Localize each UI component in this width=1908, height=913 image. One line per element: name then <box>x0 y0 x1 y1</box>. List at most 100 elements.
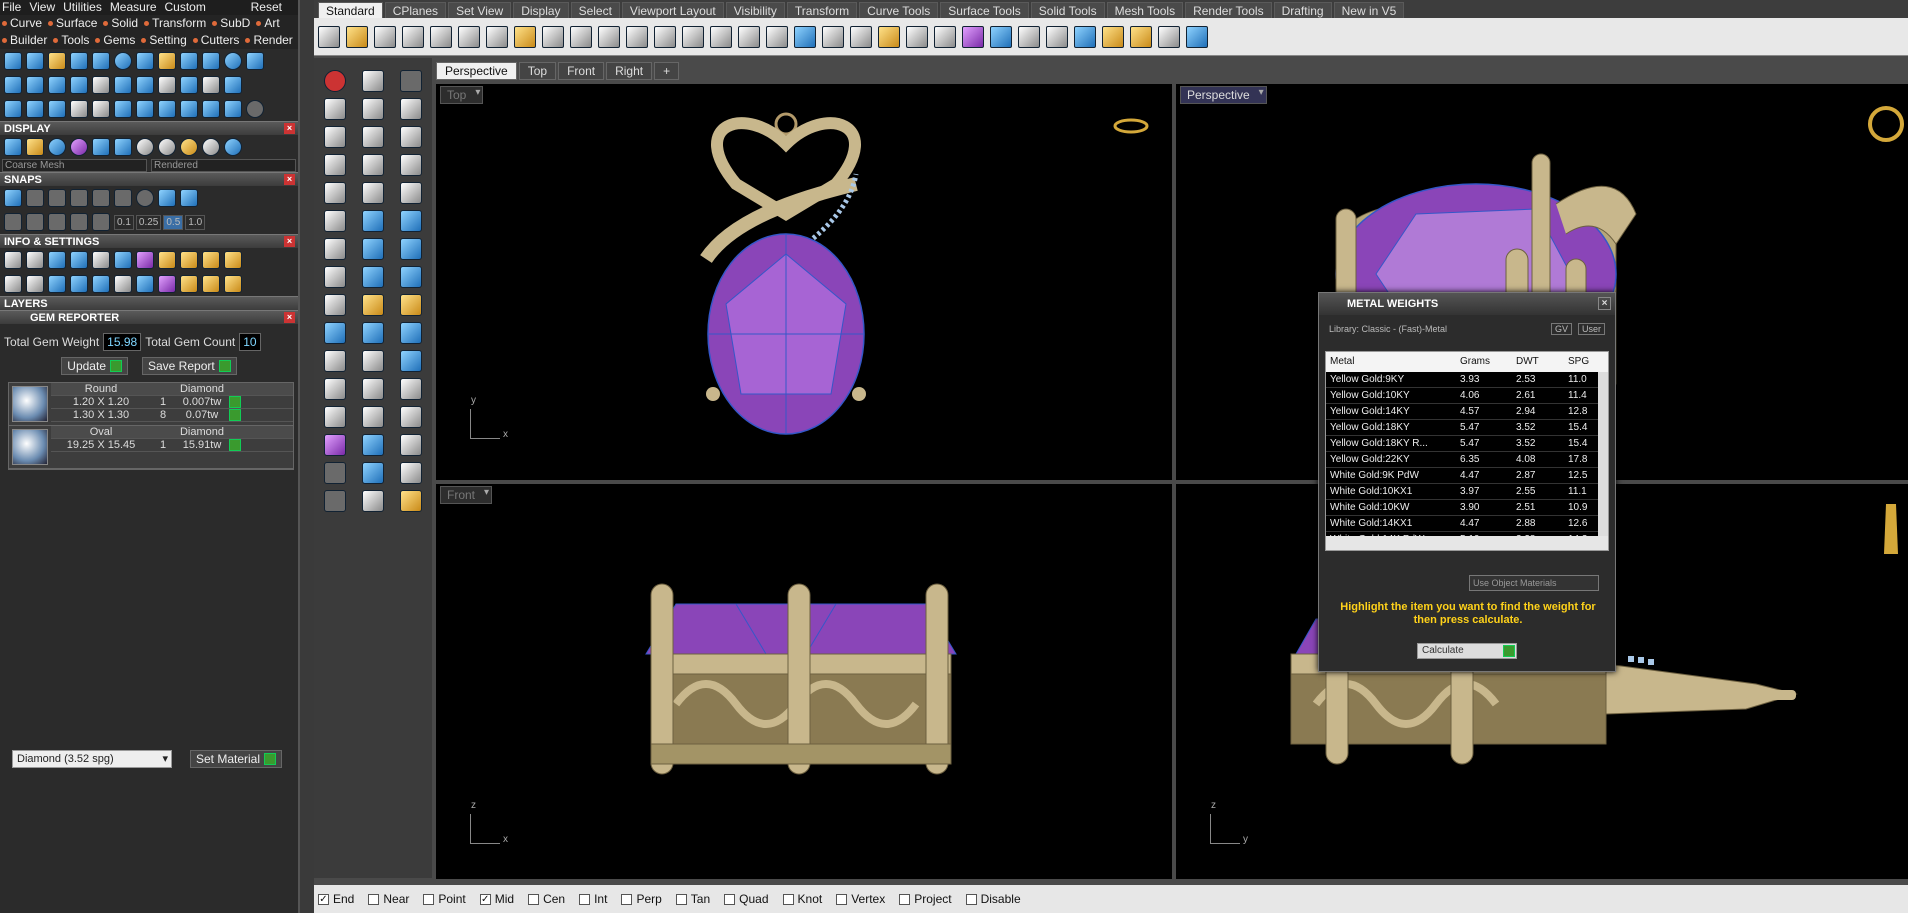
tube-tool-icon[interactable] <box>180 76 198 94</box>
text-icon[interactable] <box>362 406 384 428</box>
object-icon[interactable] <box>362 490 384 512</box>
light-bulb-icon[interactable] <box>878 25 900 48</box>
plugin-menu-builder[interactable]: Builder <box>2 32 47 49</box>
zoom-icon[interactable] <box>626 25 648 48</box>
gem-report-icon[interactable] <box>158 275 176 293</box>
metal-table-row[interactable]: Yellow Gold:9KY 3.93 2.53 11.0 <box>1326 372 1608 388</box>
gem-material-select[interactable]: Diamond (3.52 spg) <box>12 750 172 768</box>
material-chrome-icon[interactable] <box>202 138 220 156</box>
select-gem-icon[interactable] <box>229 409 241 421</box>
shaded-icon[interactable] <box>48 138 66 156</box>
help-icon[interactable] <box>1186 25 1208 48</box>
rotate-icon[interactable] <box>738 25 760 48</box>
boolean-icon[interactable] <box>400 238 422 260</box>
vertical-scrollbar[interactable] <box>1598 372 1608 536</box>
cube-icon[interactable] <box>48 275 66 293</box>
panel-tool-icon[interactable] <box>246 52 264 70</box>
weight-icon[interactable] <box>180 275 198 293</box>
xray-icon[interactable] <box>114 138 132 156</box>
new-file-icon[interactable] <box>318 25 340 48</box>
point-icon[interactable] <box>400 70 422 92</box>
cube-arrow-icon[interactable] <box>70 275 88 293</box>
paste-icon[interactable] <box>514 25 536 48</box>
surface-tool-icon[interactable] <box>26 52 44 70</box>
snap-ortho-icon[interactable] <box>48 213 66 231</box>
measure-icon[interactable] <box>180 251 198 269</box>
checkbox-icon[interactable] <box>675 893 687 905</box>
metal-table-row[interactable]: White Gold:14KX1 4.47 2.88 12.6 <box>1326 516 1608 532</box>
color-wheel-icon[interactable] <box>990 25 1012 48</box>
toolbar-tab[interactable]: Drafting <box>1273 2 1332 18</box>
plugin-menu-setting[interactable]: Setting <box>141 32 186 49</box>
snap-step-option[interactable]: 0.1 <box>114 214 134 230</box>
four-view-icon[interactable] <box>766 25 788 48</box>
checkbox-icon[interactable] <box>368 893 380 905</box>
display-section-header[interactable]: DISPLAY × <box>0 121 298 135</box>
toolbar-tab[interactable]: Surface Tools <box>940 2 1029 18</box>
snap-diag-icon[interactable] <box>70 213 88 231</box>
extrude-icon[interactable] <box>400 210 422 232</box>
osnap-quad[interactable]: Quad <box>724 892 769 906</box>
mesh-quality-select[interactable]: Coarse Mesh <box>2 159 147 172</box>
material-white-icon[interactable] <box>158 138 176 156</box>
checkbox-icon[interactable] <box>965 893 977 905</box>
zoom-window-icon[interactable] <box>654 25 676 48</box>
ring-tool-icon[interactable] <box>48 52 66 70</box>
snap-arc-icon[interactable] <box>180 189 198 207</box>
grid-snap-icon[interactable] <box>4 189 22 207</box>
snap-step-option[interactable]: 0.5 <box>163 214 184 230</box>
flag-icon[interactable] <box>1102 25 1124 48</box>
undo-icon[interactable] <box>542 25 564 48</box>
checkbox-icon[interactable] <box>899 893 911 905</box>
lock-icon[interactable] <box>934 25 956 48</box>
toolbar-tab[interactable]: Curve Tools <box>859 2 939 18</box>
network-icon[interactable] <box>324 154 346 176</box>
toolbar-tab[interactable]: Visibility <box>725 2 785 18</box>
add-viewport-tab[interactable]: + <box>654 62 680 80</box>
plugin-menu-cutters[interactable]: Cutters <box>193 32 240 49</box>
shank-tool-icon[interactable] <box>4 76 22 94</box>
globe-icon[interactable] <box>324 126 346 148</box>
loft-tool-icon[interactable] <box>70 76 88 94</box>
layout-icon[interactable] <box>362 462 384 484</box>
viewport-front[interactable]: Front zx <box>436 484 1172 879</box>
dimension-tool-icon[interactable] <box>400 406 422 428</box>
split-tool-icon[interactable] <box>4 100 22 118</box>
curve-edit-icon[interactable] <box>362 378 384 400</box>
close-icon[interactable]: × <box>284 174 295 185</box>
layers-section-header[interactable]: LAYERS <box>0 296 298 310</box>
gear-icon[interactable] <box>1130 25 1152 48</box>
osnap-project[interactable]: Project <box>899 892 952 906</box>
checkbox-icon[interactable]: ✓ <box>318 893 329 905</box>
snap-curve-icon[interactable] <box>26 189 44 207</box>
user-button[interactable]: User <box>1577 323 1605 335</box>
properties-icon[interactable] <box>136 251 154 269</box>
paint-icon[interactable] <box>362 294 384 316</box>
pave-tool-icon[interactable] <box>136 52 154 70</box>
plugin-menu-art[interactable]: Art <box>256 15 279 32</box>
close-icon[interactable]: × <box>284 312 295 323</box>
plugin-menu-transform[interactable]: Transform <box>144 15 206 32</box>
toolbar-tab[interactable]: Solid Tools <box>1030 2 1105 18</box>
flash-icon[interactable] <box>400 294 422 316</box>
plugin-menu-curve[interactable]: Curve <box>2 15 42 32</box>
viewport-tab[interactable]: Top <box>518 62 557 80</box>
document-icon[interactable] <box>92 251 110 269</box>
plane-tool-icon[interactable] <box>48 76 66 94</box>
plane-surface-icon[interactable] <box>400 266 422 288</box>
gv-button[interactable]: GV <box>1550 323 1572 335</box>
use-object-materials-toggle[interactable]: Use Object Materials <box>1469 575 1599 591</box>
polyline-icon[interactable] <box>362 98 384 120</box>
wave-tool-icon[interactable] <box>136 100 154 118</box>
axis-icon[interactable] <box>324 182 346 204</box>
osnap-tan[interactable]: Tan <box>675 892 710 906</box>
stretch-tool-icon[interactable] <box>158 100 176 118</box>
ruler-tool-icon[interactable] <box>400 322 422 344</box>
metal-table-row[interactable]: White Gold:10KW 3.90 2.51 10.9 <box>1326 500 1608 516</box>
osnap-cen[interactable]: Cen <box>528 892 565 906</box>
car-icon[interactable] <box>794 25 816 48</box>
update-button[interactable]: Update <box>61 357 128 375</box>
shell-tool-icon[interactable] <box>202 100 220 118</box>
checkbox-icon[interactable]: ✓ <box>479 893 491 905</box>
boolean-union-icon[interactable] <box>362 350 384 372</box>
